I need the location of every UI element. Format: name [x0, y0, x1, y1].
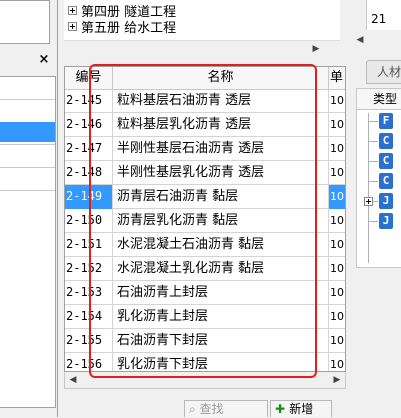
right-horizontal-scrollbar[interactable]: ◀	[352, 32, 401, 48]
left-list-selected-row[interactable]	[0, 122, 55, 142]
column-header-code[interactable]: 编号	[65, 67, 113, 89]
add-button-label: 新增	[289, 402, 314, 416]
expand-icon[interactable]	[68, 21, 77, 31]
tree-guide-line	[368, 113, 369, 263]
quota-code-cell[interactable]: 2-154	[65, 305, 113, 329]
left-list[interactable]	[0, 76, 56, 408]
quota-unit-cell[interactable]: 10	[329, 113, 345, 137]
quota-code-cell[interactable]: 2-152	[65, 257, 113, 281]
resource-type-badge[interactable]: F	[379, 113, 393, 129]
quota-unit-cell[interactable]: 10	[329, 257, 345, 281]
quota-code-cell[interactable]: 2-149	[65, 185, 113, 209]
table-row[interactable]: 2-152 水泥混凝土乳化沥青 黏层 10	[65, 257, 345, 281]
left-list-divider	[0, 167, 55, 168]
table-row[interactable]: 2-153 石油沥青上封层 10	[65, 281, 345, 305]
quota-name-cell[interactable]: 半刚性基层乳化沥青 透层	[113, 161, 329, 185]
grid-header: 编号 名称 单	[65, 67, 345, 90]
table-row[interactable]: 2-145 粒料基层石油沥青 透层 10	[65, 89, 345, 113]
resource-type-badge[interactable]: J	[379, 193, 393, 209]
left-list-divider	[0, 144, 55, 145]
left-top-list[interactable]	[0, 0, 50, 44]
quota-code-cell[interactable]: 2-148	[65, 161, 113, 185]
tab-labor-materials[interactable]: 人材	[366, 60, 401, 84]
quota-unit-cell[interactable]: 10	[329, 281, 345, 305]
find-button-label: 查找	[199, 402, 224, 416]
quota-unit-cell[interactable]: 10	[329, 89, 345, 113]
quota-name-cell[interactable]: 石油沥青下封层	[113, 329, 329, 353]
quota-unit-cell[interactable]: 10	[329, 353, 345, 371]
expand-icon[interactable]	[68, 5, 77, 15]
tree-guide-line	[368, 221, 378, 222]
table-row[interactable]: 2-148 半刚性基层乳化沥青 透层 10	[65, 161, 345, 185]
resource-type-badge[interactable]: C	[379, 173, 393, 189]
quota-name-cell[interactable]: 乳化沥青上封层	[113, 305, 329, 329]
close-icon[interactable]: ×	[36, 52, 52, 68]
table-row[interactable]: 2-151 水泥混凝土石油沥青 黏层 10	[65, 233, 345, 257]
column-header-name[interactable]: 名称	[113, 67, 329, 89]
tree-guide-line	[368, 141, 378, 142]
quota-name-cell[interactable]: 水泥混凝土石油沥青 黏层	[113, 233, 329, 257]
quota-name-cell[interactable]: 石油沥青上封层	[113, 281, 329, 305]
quota-code-cell[interactable]: 2-150	[65, 209, 113, 233]
column-header-unit[interactable]: 单	[329, 67, 345, 89]
chapter-tree[interactable]: 第四册 隧道工程 第五册 给水工程	[64, 0, 340, 40]
grid-horizontal-scrollbar[interactable]: ◀ ▶	[64, 372, 346, 389]
quota-unit-cell[interactable]: 10	[329, 185, 345, 209]
quota-unit-cell[interactable]: 10	[329, 329, 345, 353]
scroll-left-arrow-icon[interactable]: ◀	[65, 372, 81, 388]
quota-name-cell[interactable]: 沥青层乳化沥青 黏层	[113, 209, 329, 233]
quota-name-cell[interactable]: 粒料基层石油沥青 透层	[113, 89, 329, 113]
quota-unit-cell[interactable]: 10	[329, 137, 345, 161]
right-top-grid[interactable]: 21	[366, 0, 401, 30]
binoculars-icon: ⌕	[189, 402, 200, 416]
resource-grid[interactable]: 类型 FCCCJJ	[356, 88, 401, 268]
plus-icon: ✚	[275, 402, 290, 416]
quota-unit-cell[interactable]: 10	[329, 209, 345, 233]
tree-guide-line	[368, 121, 378, 122]
quota-unit-cell[interactable]: 10	[329, 233, 345, 257]
quota-code-cell[interactable]: 2-153	[65, 281, 113, 305]
table-row[interactable]: 2-149 沥青层石油沥青 黏层 10	[65, 185, 345, 209]
quota-code-cell[interactable]: 2-156	[65, 353, 113, 371]
tree-node-label: 第五册 给水工程	[81, 20, 177, 36]
quota-unit-cell[interactable]: 10	[329, 305, 345, 329]
quota-name-cell[interactable]: 沥青层石油沥青 黏层	[113, 185, 329, 209]
tree-horizontal-scrollbar[interactable]: ▶	[64, 40, 340, 56]
quota-code-cell[interactable]: 2-146	[65, 113, 113, 137]
column-header-type[interactable]: 类型	[357, 89, 401, 110]
scroll-right-arrow-icon[interactable]: ▶	[329, 372, 345, 388]
table-row[interactable]: 2-154 乳化沥青上封层 10	[65, 305, 345, 329]
table-row[interactable]: 2-146 粒料基层乳化沥青 透层 10	[65, 113, 345, 137]
quota-name-cell[interactable]: 半刚性基层石油沥青 透层	[113, 137, 329, 161]
left-list-divider	[0, 190, 55, 191]
quota-grid[interactable]: 编号 名称 单 2-145 粒料基层石油沥青 透层 10 2-146 粒料基层乳化沥青 …	[64, 66, 346, 372]
table-row[interactable]: 2-156 乳化沥青下封层 10	[65, 353, 345, 371]
scroll-right-arrow-icon[interactable]: ▶	[308, 41, 324, 57]
quota-unit-cell[interactable]: 10	[329, 161, 345, 185]
quota-name-cell[interactable]: 乳化沥青下封层	[113, 353, 329, 371]
expand-icon[interactable]	[364, 197, 373, 206]
tree-guide-line	[368, 181, 378, 182]
tree-node-volume-5[interactable]: 第五册 给水工程	[68, 18, 177, 36]
table-row[interactable]: 2-147 半刚性基层石油沥青 透层 10	[65, 137, 345, 161]
quota-name-cell[interactable]: 水泥混凝土乳化沥青 黏层	[113, 257, 329, 281]
add-button[interactable]: ✚ 新增	[270, 400, 332, 417]
quota-code-cell[interactable]: 2-147	[65, 137, 113, 161]
find-button[interactable]: ⌕ 查找	[184, 400, 268, 417]
quota-code-cell[interactable]: 2-145	[65, 89, 113, 113]
grid-toolbar: ⌕ 查找 ✚ 新增	[64, 400, 346, 417]
quota-code-cell[interactable]: 2-151	[65, 233, 113, 257]
scroll-left-arrow-icon[interactable]: ◀	[352, 32, 368, 48]
table-row[interactable]: 2-150 沥青层乳化沥青 黏层 10	[65, 209, 345, 233]
right-top-cell-value[interactable]: 21	[371, 12, 386, 26]
tree-guide-line	[368, 161, 378, 162]
resource-type-badge[interactable]: J	[379, 213, 393, 229]
table-row[interactable]: 2-155 石油沥青下封层 10	[65, 329, 345, 353]
quota-name-cell[interactable]: 粒料基层乳化沥青 透层	[113, 113, 329, 137]
resource-type-badge[interactable]: C	[379, 153, 393, 169]
left-list-divider	[0, 99, 55, 100]
quota-code-cell[interactable]: 2-155	[65, 329, 113, 353]
resource-type-badge[interactable]: C	[379, 133, 393, 149]
